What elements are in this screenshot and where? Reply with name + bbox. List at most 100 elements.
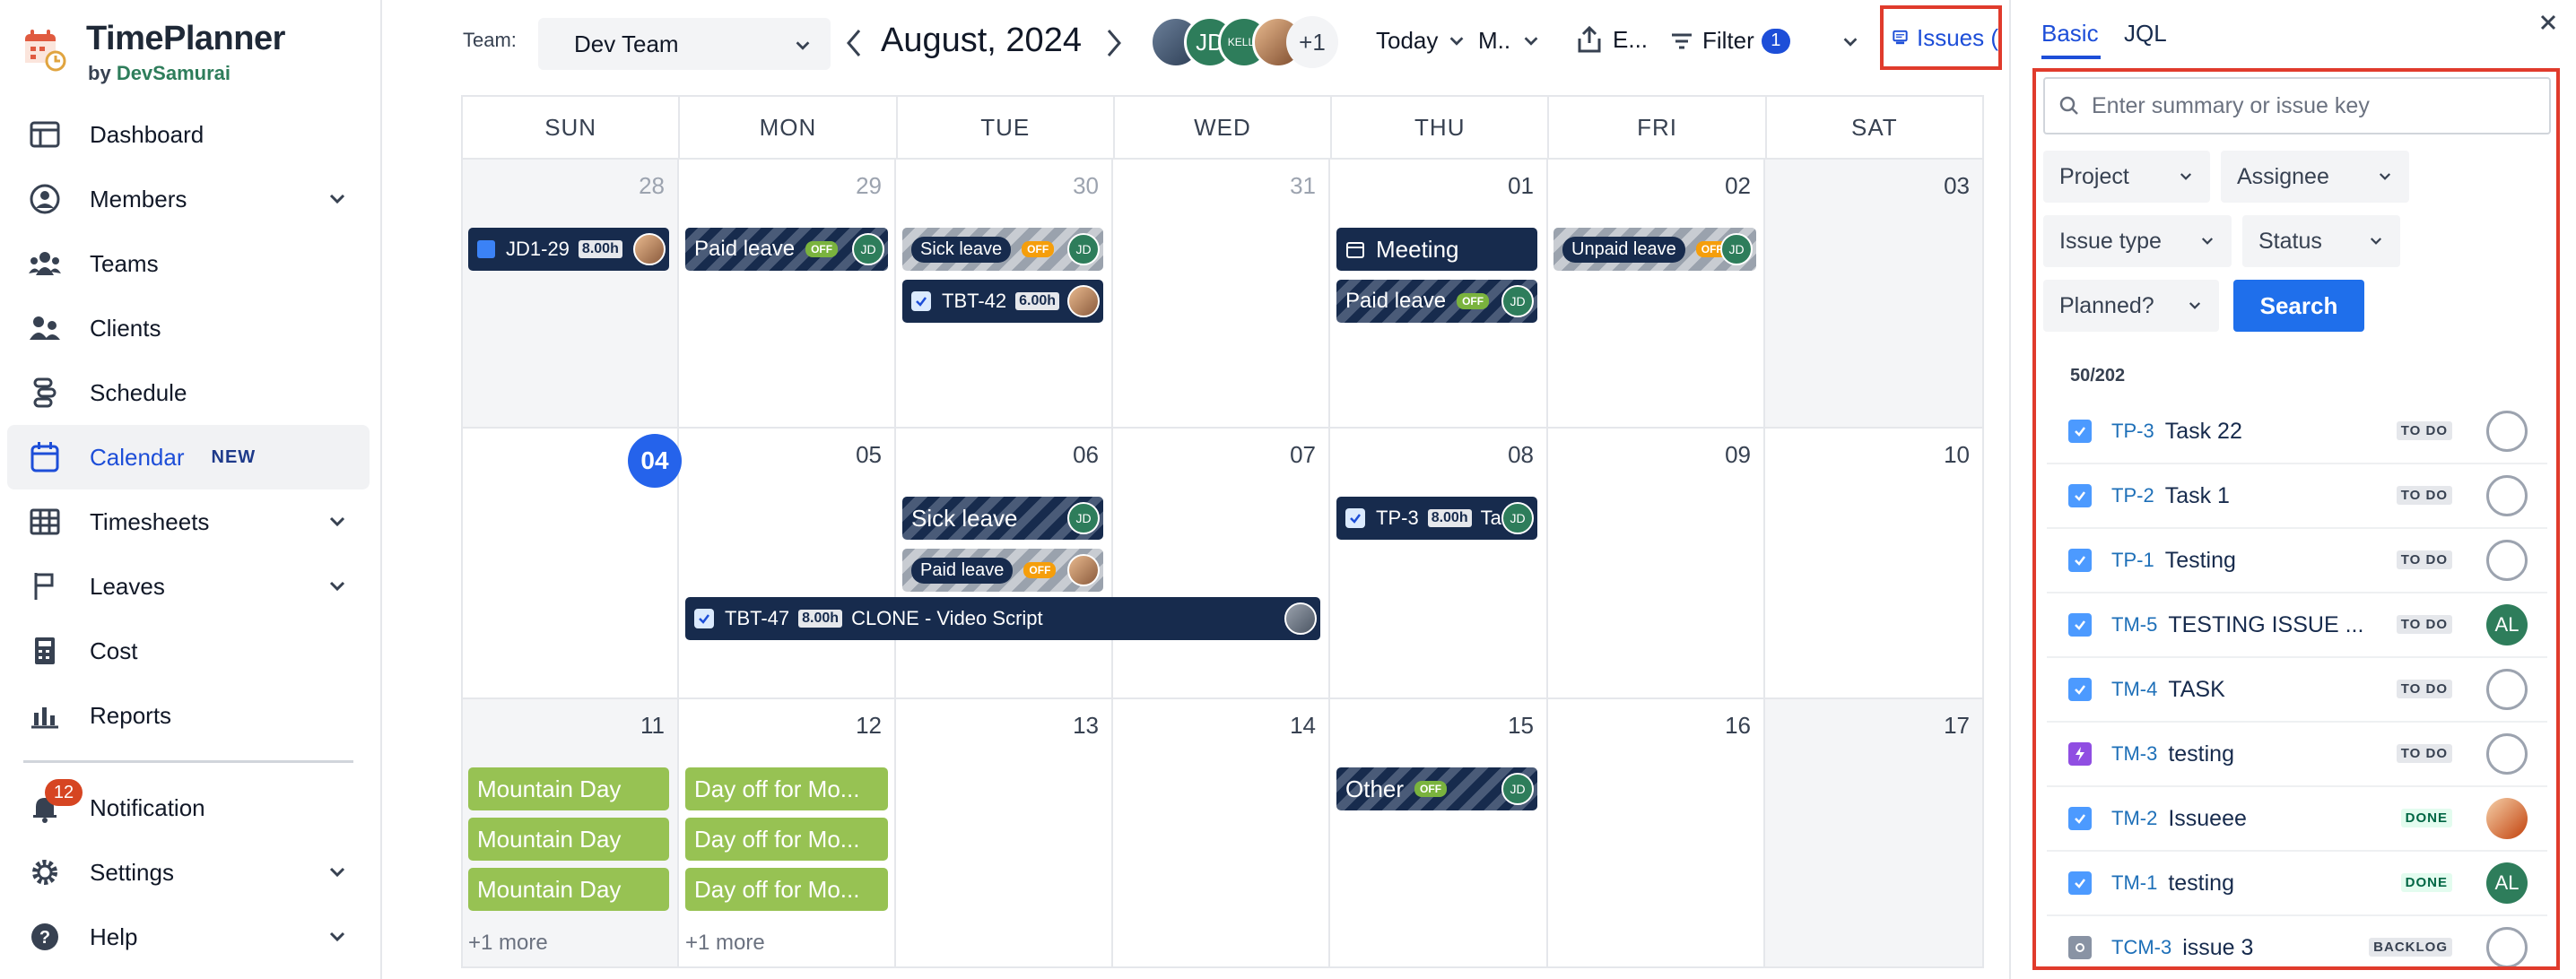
filter-button[interactable]: Filter 1 [1670,27,1790,55]
planned-filter[interactable]: Planned? [2043,280,2219,332]
day-cell[interactable]: 10 [1765,429,1984,699]
calendar-event[interactable]: Paid leave OFF JD [1336,280,1537,323]
calendar-event[interactable]: Meeting [1336,228,1537,271]
day-cell[interactable]: 08 [1330,429,1548,699]
holiday-event[interactable]: Mountain Day [468,868,669,911]
calendar-event[interactable]: Sick leave OFF JD [902,228,1103,271]
holiday-event[interactable]: Mountain Day [468,767,669,810]
day-cell[interactable]: 16 [1548,699,1765,968]
chevron-down-icon[interactable] [326,188,348,210]
day-cell[interactable]: 17 [1765,699,1984,968]
issue-key[interactable]: TM-1 [2111,871,2157,895]
issue-list-item[interactable]: TM-5 TESTING ISSUE ... TO DO AL [2047,593,2547,658]
tab-jql[interactable]: JQL [2124,20,2167,48]
project-filter[interactable]: Project [2043,151,2210,203]
issue-key[interactable]: TP-2 [2111,484,2154,507]
issue-list-item[interactable]: TM-1 testing DONE AL [2047,852,2547,916]
calendar-event[interactable]: TBT-42 6.00h [902,280,1103,323]
day-cell[interactable]: 31 [1113,160,1330,429]
calendar-event[interactable]: TBT-47 8.00h CLONE - Video Script [685,597,1320,640]
status-filter[interactable]: Status [2242,215,2400,267]
nav-cost[interactable]: Cost [7,619,370,683]
calendar-event[interactable]: Other OFF JD [1336,767,1537,810]
today-date-marker[interactable]: 04 [628,434,682,488]
search-button[interactable]: Search [2233,280,2364,332]
chevron-down-icon[interactable] [326,511,348,533]
assignee-filter[interactable]: Assignee [2221,151,2409,203]
chevron-down-icon[interactable] [326,926,348,948]
calendar-event[interactable]: Unpaid leave OFF JD [1553,228,1756,271]
issue-key[interactable]: TM-2 [2111,807,2157,830]
day-cell[interactable]: 03 [1765,160,1984,429]
export-button[interactable]: E... [1577,25,1648,54]
day-cell[interactable]: 13 [896,699,1113,968]
nav-calendar[interactable]: Calendar NEW [7,425,370,490]
day-cell[interactable]: 02 [1548,160,1765,429]
calendar-event[interactable]: Sick leave JD [902,497,1103,540]
calendar-event[interactable]: Paid leave OFF [902,549,1103,592]
issue-list-item[interactable]: TP-3 Task 22 TO DO [2047,400,2547,464]
nav-schedule[interactable]: Schedule [7,360,370,425]
issue-list-item[interactable]: TM-3 testing TO DO [2047,723,2547,787]
team-select[interactable]: Dev Team [538,18,831,70]
issue-key[interactable]: TM-4 [2111,678,2157,701]
nav-leaves[interactable]: Leaves [7,554,370,619]
close-icon[interactable] [2535,9,2562,36]
member-avatars[interactable]: JD KELLY +1 [1150,14,1338,72]
more-events-link[interactable]: +1 more [468,931,548,956]
day-cell[interactable]: 28 [461,160,679,429]
nav-dashboard[interactable]: Dashboard [7,102,370,167]
day-cell[interactable]: 29 [679,160,896,429]
chevron-down-icon[interactable] [326,862,348,883]
issue-key[interactable]: TM-5 [2111,613,2157,637]
nav-members[interactable]: Members [7,167,370,231]
nav-help[interactable]: ? Help [7,905,370,969]
issue-search-input[interactable] [2092,92,2540,119]
issue-search-field[interactable] [2043,77,2551,134]
chevron-left-icon[interactable] [843,25,865,61]
issue-list-item[interactable]: TP-2 Task 1 TO DO [2047,464,2547,529]
calendar-event[interactable]: TP-3 8.00h Ta JD [1336,497,1537,540]
more-members-button[interactable]: +1 [1286,16,1338,68]
chevron-right-icon[interactable] [1103,25,1125,61]
holiday-event[interactable]: Mountain Day [468,818,669,861]
issue-key[interactable]: TM-3 [2111,742,2157,766]
issue-key[interactable]: TP-1 [2111,549,2154,572]
brand[interactable]: TimePlanner by DevSamurai [22,20,285,85]
calendar-event[interactable]: JD1-29 8.00h [468,228,669,271]
issue-key[interactable]: TP-3 [2111,420,2154,443]
day-cell[interactable]: 14 [1113,699,1330,968]
holiday-event[interactable]: Day off for Mo... [685,818,888,861]
chevron-down-icon[interactable] [326,576,348,597]
holiday-event[interactable]: Day off for Mo... [685,767,888,810]
nav-clients[interactable]: Clients [7,296,370,360]
issues-panel-button[interactable]: Issues ( [1880,5,2002,70]
holiday-event[interactable]: Day off for Mo... [685,868,888,911]
tab-basic[interactable]: Basic [2041,20,2099,48]
day-cell[interactable]: 09 [1548,429,1765,699]
calendar-event[interactable]: Paid leave OFF JD [685,228,888,271]
day-number: 09 [1725,441,1751,468]
day-number: 06 [1073,441,1099,468]
issue-list-item[interactable]: TM-4 TASK TO DO [2047,658,2547,723]
issue-type-filter[interactable]: Issue type [2043,215,2232,267]
day-cell[interactable]: 15 [1330,699,1548,968]
nav-teams[interactable]: Teams [7,231,370,296]
nav-settings[interactable]: Settings [7,840,370,905]
today-button[interactable]: Today [1376,27,1466,55]
issue-key[interactable]: TCM-3 [2111,936,2171,959]
chevron-down-icon[interactable] [1841,32,1860,52]
nav-notification[interactable]: 12 Notification [7,775,370,840]
issue-list-item[interactable]: TM-2 Issueee DONE [2047,787,2547,852]
month-calendar: SUN MON TUE WED THU FRI SAT 28 29 30 31 … [461,95,1984,979]
more-events-link[interactable]: +1 more [685,931,765,956]
issue-list-item[interactable]: TCM-3 issue 3 BACKLOG [2047,916,2547,966]
nav-timesheets[interactable]: Timesheets [7,490,370,554]
view-mode-button[interactable]: M.. [1478,27,1541,55]
day-cell[interactable]: 07 [1113,429,1330,699]
nav-reports[interactable]: Reports [7,683,370,748]
issue-list-item[interactable]: TP-1 Testing TO DO [2047,529,2547,593]
epic-lightning-icon [2068,742,2092,766]
event-summary: CLONE - Video Script [851,607,1043,629]
day-cell[interactable]: 05 [679,429,896,699]
